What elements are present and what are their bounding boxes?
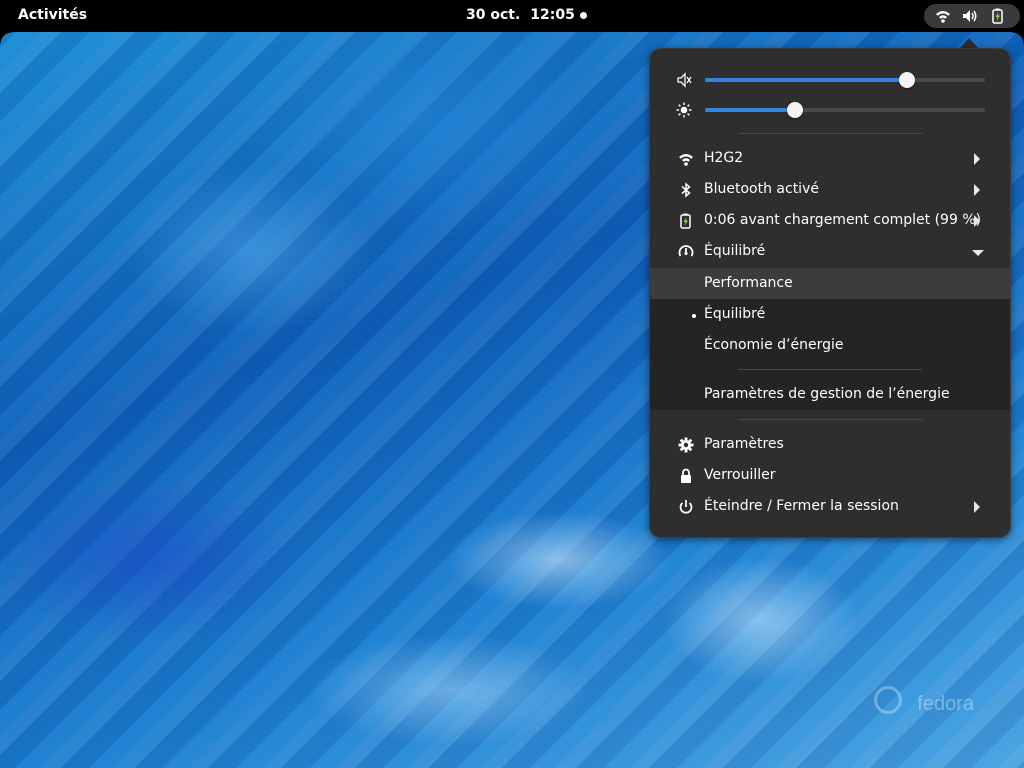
notification-dot-icon <box>580 12 587 19</box>
gear-icon <box>678 437 694 453</box>
wifi-menu-item[interactable]: H2G2 <box>650 143 1010 174</box>
brightness-icon <box>676 102 692 118</box>
fedora-watermark: fedora <box>917 693 974 715</box>
selected-bullet-icon <box>692 314 696 318</box>
battery-charging-icon <box>992 8 1003 24</box>
clock-time: 12:05 <box>530 7 575 23</box>
activities-button[interactable]: Activités <box>18 7 87 23</box>
chevron-right-icon <box>974 153 980 165</box>
settings-menu-item[interactable]: Paramètres <box>650 429 1010 460</box>
chevron-right-icon <box>974 215 980 227</box>
power-option-label: Économie d’énergie <box>704 337 844 353</box>
power-mode-submenu: Performance Équilibré Économie d’énergie… <box>650 268 1010 410</box>
power-mode-menu-item[interactable]: Équilibré <box>650 236 1010 267</box>
power-settings-menu-item[interactable]: Paramètres de gestion de l’énergie <box>650 379 1010 410</box>
lock-label: Verrouiller <box>704 467 776 483</box>
bluetooth-menu-item[interactable]: Bluetooth activé <box>650 174 1010 205</box>
wifi-icon <box>936 11 950 23</box>
volume-slider-row <box>650 68 1010 92</box>
lock-menu-item[interactable]: Verrouiller <box>650 460 1010 491</box>
bluetooth-icon <box>681 182 691 198</box>
wifi-icon <box>679 154 693 166</box>
volume-icon <box>963 10 977 22</box>
power-option-performance[interactable]: Performance <box>650 268 1010 299</box>
top-bar: Activités 30 oct. 12:05 <box>0 0 1024 32</box>
brightness-slider-handle[interactable] <box>786 102 803 118</box>
battery-charging-icon <box>680 213 691 229</box>
bluetooth-label: Bluetooth activé <box>704 181 819 197</box>
settings-label: Paramètres <box>704 436 784 452</box>
power-option-power-saver[interactable]: Économie d’énergie <box>650 330 1010 361</box>
screen-corner-left <box>0 32 12 44</box>
chevron-right-icon <box>974 501 980 513</box>
separator <box>738 369 922 370</box>
volume-muted-icon[interactable] <box>676 72 692 88</box>
chevron-down-icon <box>972 250 984 256</box>
menu-pointer-arrow <box>960 38 978 48</box>
screen-corner-right <box>1012 32 1024 44</box>
brightness-slider-fill <box>705 108 795 112</box>
power-off-menu-item[interactable]: Éteindre / Fermer la session <box>650 491 1010 522</box>
power-off-label: Éteindre / Fermer la session <box>704 498 899 514</box>
wifi-label: H2G2 <box>704 150 744 166</box>
brightness-slider[interactable] <box>705 102 985 118</box>
clock-date: 30 oct. <box>466 7 521 23</box>
system-status-area[interactable] <box>924 4 1020 28</box>
fedora-logo-icon <box>874 686 902 714</box>
system-menu: H2G2 Bluetooth activé 0:06 avant chargem… <box>649 48 1011 538</box>
power-option-label: Équilibré <box>704 306 766 322</box>
lock-icon <box>681 468 691 483</box>
power-icon <box>679 500 693 514</box>
brightness-slider-row <box>650 98 1010 122</box>
power-option-label: Performance <box>704 275 793 291</box>
battery-label: 0:06 avant chargement complet (99 %) <box>704 212 982 228</box>
volume-slider-handle[interactable] <box>898 72 915 88</box>
separator <box>738 133 922 134</box>
separator <box>738 419 922 420</box>
battery-menu-item[interactable]: 0:06 avant chargement complet (99 %) <box>650 205 1010 236</box>
power-option-balanced[interactable]: Équilibré <box>650 299 1010 330</box>
power-settings-label: Paramètres de gestion de l’énergie <box>704 386 950 402</box>
volume-slider-fill <box>705 78 907 82</box>
chevron-right-icon <box>974 184 980 196</box>
clock-button[interactable]: 30 oct. 12:05 <box>466 7 575 23</box>
power-profile-gauge-icon <box>678 245 694 257</box>
power-mode-label: Équilibré <box>704 243 766 259</box>
volume-slider[interactable] <box>705 72 985 88</box>
